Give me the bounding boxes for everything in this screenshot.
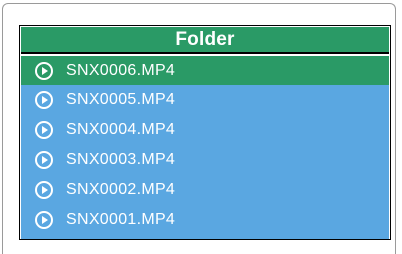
file-item-snx0004[interactable]: SNX0004.MP4 (21, 115, 389, 144)
play-circle-icon (35, 180, 53, 199)
play-circle-icon (35, 120, 53, 139)
file-item-snx0006[interactable]: SNX0006.MP4 (21, 56, 389, 85)
folder-panel: Folder SNX0006.MP4 SNX0005.MP4 SNX0004.M… (19, 25, 391, 240)
play-circle-icon (35, 90, 53, 109)
file-list: SNX0006.MP4 SNX0005.MP4 SNX0004.MP4 SNX0… (21, 56, 389, 239)
file-item-snx0003[interactable]: SNX0003.MP4 (21, 145, 389, 174)
file-item-snx0005[interactable]: SNX0005.MP4 (21, 85, 389, 114)
play-circle-icon (35, 210, 53, 229)
file-name: SNX0002.MP4 (66, 180, 176, 198)
file-name: SNX0003.MP4 (66, 150, 176, 168)
file-item-snx0002[interactable]: SNX0002.MP4 (21, 175, 389, 204)
play-circle-icon (35, 150, 53, 169)
play-circle-icon (35, 61, 53, 80)
file-item-snx0001[interactable]: SNX0001.MP4 (21, 205, 389, 234)
folder-title: Folder (175, 28, 235, 50)
file-name: SNX0004.MP4 (66, 120, 176, 138)
file-name: SNX0005.MP4 (66, 90, 176, 108)
folder-header: Folder (21, 27, 389, 54)
file-name: SNX0006.MP4 (66, 61, 176, 79)
file-name: SNX0001.MP4 (66, 210, 176, 228)
